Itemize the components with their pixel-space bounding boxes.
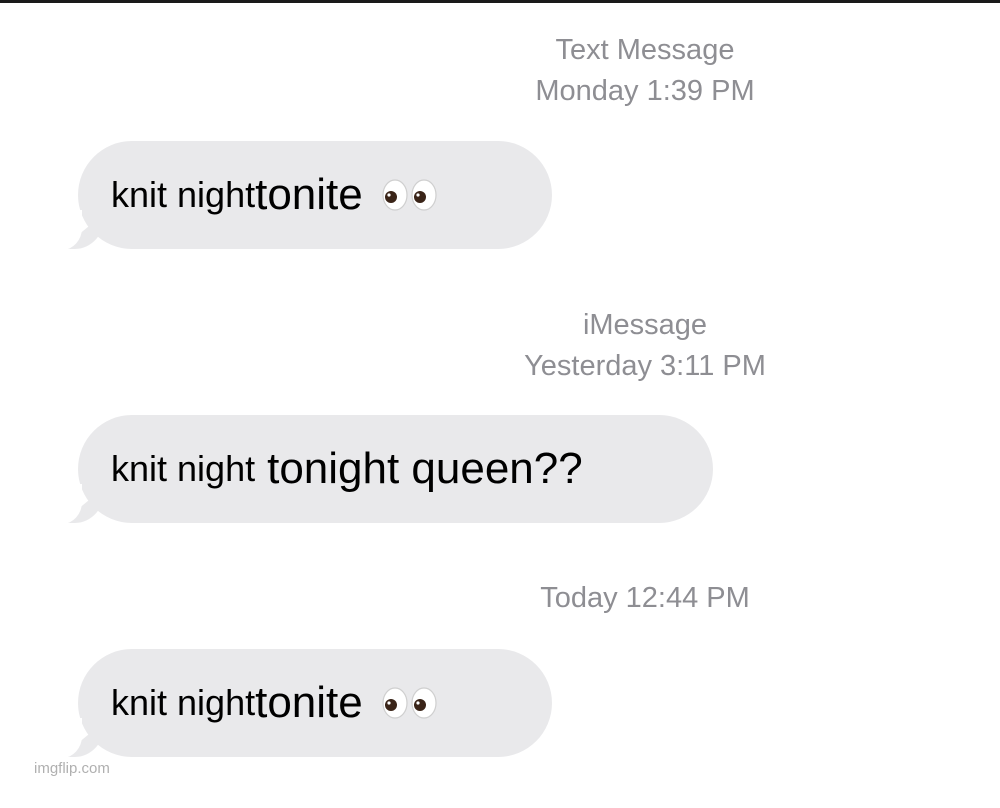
message-text-small: knit night	[111, 174, 256, 215]
image-top-border	[0, 0, 1000, 3]
message-bubble[interactable]: knit night tonite	[56, 141, 552, 250]
timestamp-header: Today 12:44 PM	[300, 578, 990, 619]
timestamp: Yesterday 3:11 PM	[524, 350, 766, 382]
eyes-emoji-icon	[381, 178, 439, 212]
timestamp-header: iMessage Yesterday 3:11 PM	[300, 305, 990, 387]
message-text-small: knit night	[111, 448, 256, 489]
message-text-small: knit night	[111, 682, 256, 723]
service-label: iMessage	[582, 309, 708, 341]
watermark: imgflip.com	[34, 760, 110, 777]
message-text-large: tonite	[255, 170, 363, 219]
eyes-emoji-icon	[381, 686, 439, 720]
message-bubble[interactable]: knit night tonite	[56, 649, 552, 758]
message-bubble[interactable]: knit night tonight queen??	[56, 415, 713, 524]
message-text-large: tonight queen??	[267, 444, 583, 493]
timestamp: Monday 1:39 PM	[535, 75, 755, 107]
timestamp: Today 12:44 PM	[540, 582, 750, 614]
service-label: Text Message	[555, 34, 735, 66]
message-text-large: tonite	[255, 678, 363, 727]
timestamp-header: Text Message Monday 1:39 PM	[300, 30, 990, 112]
